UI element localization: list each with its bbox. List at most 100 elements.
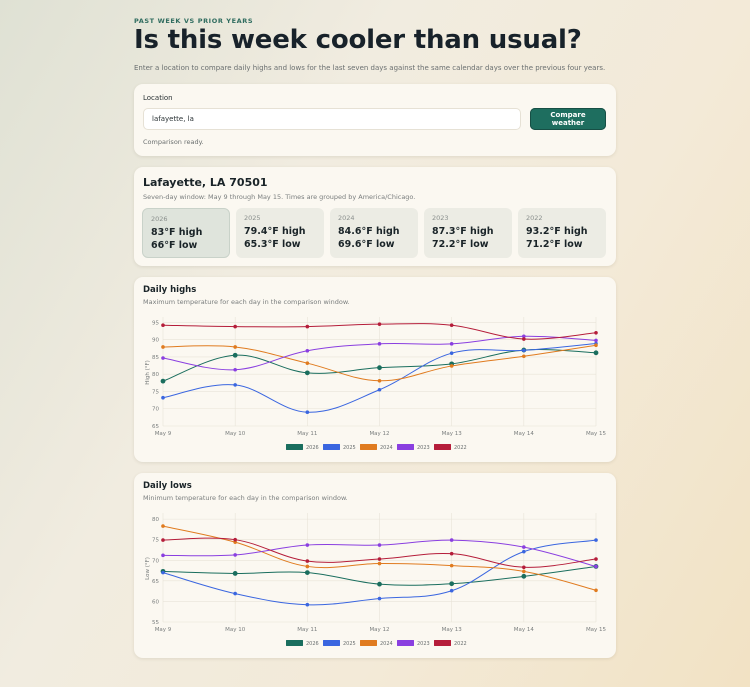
data-point-2024 <box>594 343 598 348</box>
data-point-2024 <box>377 378 382 383</box>
data-point-2026 <box>232 571 238 576</box>
high-value: 79.4°F high <box>244 226 306 237</box>
x-tick-label: May 9 <box>155 431 172 437</box>
x-tick-label: May 10 <box>225 627 246 633</box>
data-point-2022 <box>305 324 310 329</box>
legend-label-2025: 2025 <box>343 445 356 451</box>
y-tick-label: 80 <box>152 517 159 523</box>
data-point-2022 <box>233 537 237 542</box>
data-point-2023 <box>449 538 454 542</box>
x-tick-label: May 14 <box>514 627 535 633</box>
data-point-2026 <box>304 570 310 576</box>
data-point-2023 <box>377 543 382 547</box>
chart-title: Daily lows <box>143 481 192 491</box>
data-point-2022 <box>449 551 454 556</box>
y-axis-title: Low (°F) <box>145 557 151 580</box>
legend-label-2023: 2023 <box>417 641 430 647</box>
data-point-2024 <box>305 564 310 569</box>
location-heading: Lafayette, LA 70501 <box>143 176 268 189</box>
data-point-2022 <box>522 565 526 570</box>
x-tick-label: May 15 <box>586 627 607 633</box>
data-point-2025 <box>449 588 454 593</box>
data-point-2024 <box>449 364 454 368</box>
high-value: 87.3°F high <box>432 226 494 237</box>
legend-swatch-2024 <box>360 444 377 450</box>
data-point-2023 <box>233 553 237 557</box>
chart-subtitle: Maximum temperature for each day in the … <box>143 298 350 306</box>
data-point-2026 <box>160 378 166 384</box>
legend-label-2022: 2022 <box>454 445 467 451</box>
summary-card: Lafayette, LA 70501 Seven-day window: Ma… <box>134 167 616 266</box>
data-point-2022 <box>594 557 598 561</box>
y-tick-label: 65 <box>152 579 159 585</box>
x-tick-label: May 15 <box>586 431 607 437</box>
data-point-2025 <box>233 383 237 387</box>
year-card-2023: 2023 87.3°F high 72.2°F low <box>424 208 512 258</box>
chart-subtitle: Minimum temperature for each day in the … <box>143 494 348 502</box>
data-point-2025 <box>233 591 237 596</box>
year-label: 2025 <box>244 214 261 222</box>
x-tick-label: May 13 <box>442 431 463 437</box>
data-point-2022 <box>233 324 237 329</box>
data-point-2025 <box>377 387 382 392</box>
x-tick-label: May 12 <box>369 627 389 633</box>
legend-swatch-2026 <box>286 444 303 450</box>
y-tick-label: 85 <box>152 355 159 361</box>
window-description: Seven-day window: May 9 through May 15. … <box>143 193 416 201</box>
data-point-2025 <box>522 549 526 554</box>
year-label: 2026 <box>151 215 168 223</box>
data-point-2023 <box>305 348 310 353</box>
data-point-2024 <box>161 345 165 349</box>
low-value: 66°F low <box>151 240 198 251</box>
data-point-2026 <box>521 573 527 579</box>
data-point-2023 <box>233 367 237 372</box>
y-tick-label: 65 <box>152 424 159 430</box>
data-point-2024 <box>522 569 526 574</box>
x-tick-label: May 9 <box>155 627 172 633</box>
data-point-2026 <box>232 352 238 358</box>
x-tick-label: May 11 <box>297 627 317 633</box>
data-point-2026 <box>593 350 599 356</box>
data-point-2022 <box>305 559 310 563</box>
location-input[interactable] <box>143 108 521 130</box>
year-label: 2022 <box>526 214 543 222</box>
data-point-2023 <box>449 342 454 346</box>
page-title: Is this week cooler than usual? <box>134 25 582 55</box>
data-point-2023 <box>594 564 598 569</box>
daily-highs-card: 65 70 75 80 85 90 95 May 9 May 10 May 11 May 12 May… <box>134 277 616 462</box>
data-point-2023 <box>522 545 526 549</box>
data-point-2023 <box>161 356 165 360</box>
data-point-2022 <box>449 323 454 328</box>
eyebrow-label: PAST WEEK VS PRIOR YEARS <box>134 17 254 25</box>
compare-weather-button[interactable]: Compare weather <box>530 108 606 130</box>
legend-swatch-2026 <box>286 640 303 646</box>
low-value: 69.6°F low <box>338 239 395 250</box>
data-point-2022 <box>522 337 526 341</box>
x-tick-label: May 14 <box>514 431 535 437</box>
data-point-2023 <box>594 338 598 343</box>
legend-label-2023: 2023 <box>417 445 430 451</box>
legend-label-2026: 2026 <box>306 445 319 451</box>
data-point-2025 <box>305 410 310 414</box>
legend-label-2024: 2024 <box>380 445 393 451</box>
data-point-2025 <box>161 570 165 575</box>
legend-label-2022: 2022 <box>454 641 467 647</box>
data-point-2025 <box>305 602 310 607</box>
y-tick-label: 55 <box>152 620 159 626</box>
y-axis-title: High (°F) <box>145 360 151 385</box>
legend-swatch-2023 <box>397 640 414 646</box>
year-card-2024: 2024 84.6°F high 69.6°F low <box>330 208 418 258</box>
x-tick-label: May 12 <box>369 431 389 437</box>
data-point-2026 <box>377 581 382 587</box>
data-point-2024 <box>233 345 237 349</box>
legend-label-2025: 2025 <box>343 641 356 647</box>
low-value: 65.3°F low <box>244 239 301 250</box>
data-point-2022 <box>161 538 165 542</box>
x-tick-label: May 11 <box>297 431 317 437</box>
status-text: Comparison ready. <box>143 138 204 146</box>
y-tick-label: 80 <box>152 372 159 378</box>
legend-swatch-2023 <box>397 444 414 450</box>
y-tick-label: 70 <box>152 407 159 413</box>
search-card: Location Compare weather Comparison read… <box>134 84 616 156</box>
data-point-2023 <box>305 543 310 547</box>
